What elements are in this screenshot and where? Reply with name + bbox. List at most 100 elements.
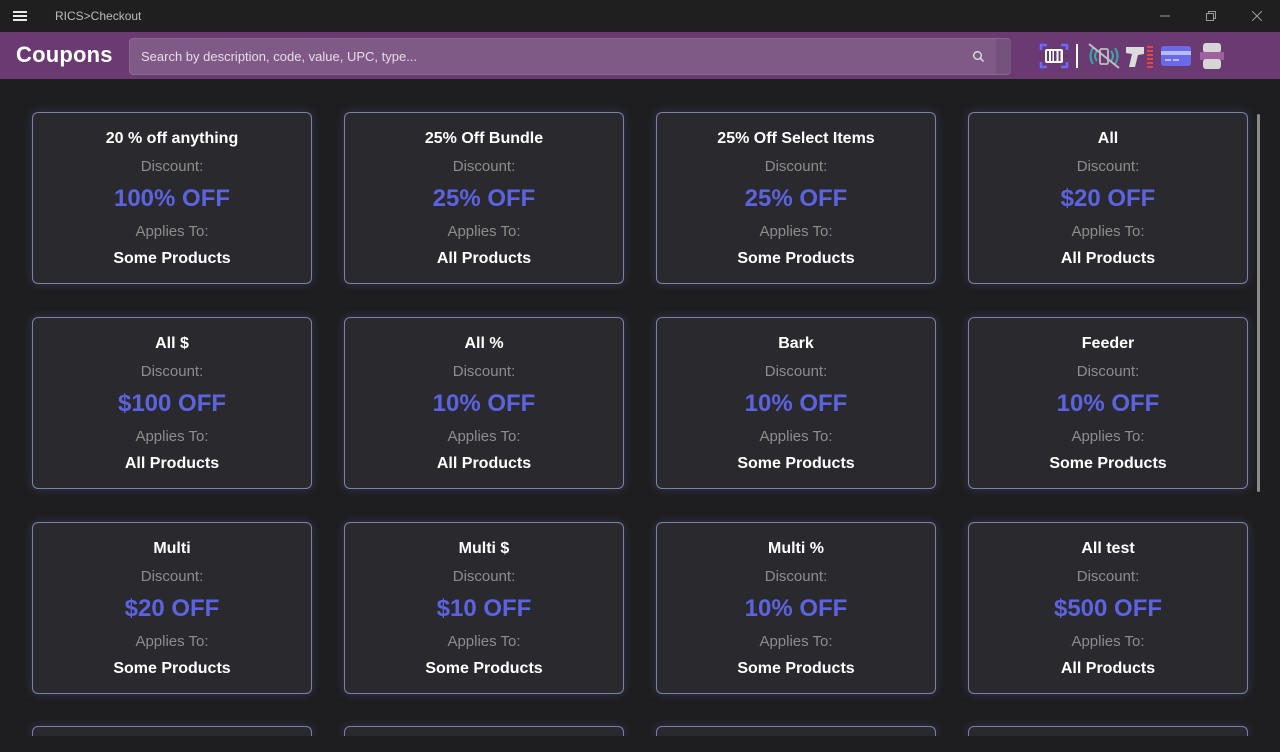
restore-button[interactable] [1188, 0, 1234, 32]
discount-label: Discount: [1076, 568, 1140, 585]
coupon-name: Feeder [1081, 335, 1135, 352]
applies-to-value: All Products [1060, 250, 1156, 267]
coupon-card[interactable]: 25% Off Select Items Discount: 25% OFF A… [656, 112, 936, 284]
applies-to-value: All Products [124, 455, 220, 472]
discount-value: $500 OFF [1053, 595, 1163, 622]
coupon-name: Multi $ [458, 540, 510, 557]
discount-label: Discount: [764, 158, 828, 175]
discount-value: 25% OFF [744, 185, 848, 212]
bottom-edge [0, 736, 1280, 752]
coupon-name: All test [1081, 540, 1135, 557]
barcode-scan-button[interactable] [1036, 40, 1072, 72]
coupons-header: Coupons [0, 32, 1280, 79]
coupon-card[interactable]: Feeder Discount: 10% OFF Applies To: Som… [968, 317, 1248, 489]
credit-card-icon [1161, 46, 1191, 66]
applies-to-value: All Products [436, 455, 532, 472]
discount-label: Discount: [452, 363, 516, 380]
coupon-name: 25% Off Select Items [717, 130, 875, 147]
coupon-card[interactable]: Multi % Discount: 10% OFF Applies To: So… [656, 522, 936, 694]
applies-to-label: Applies To: [447, 633, 521, 650]
coupon-name: Bark [778, 335, 814, 352]
device-toolbar [1036, 40, 1230, 72]
vertical-scrollbar[interactable] [1257, 114, 1260, 492]
applies-to-label: Applies To: [135, 428, 209, 445]
applies-to-value: Some Products [737, 660, 855, 677]
applies-to-label: Applies To: [759, 223, 833, 240]
applies-to-value: Some Products [425, 660, 543, 677]
card-reader-button[interactable] [1158, 40, 1194, 72]
discount-label: Discount: [764, 363, 828, 380]
applies-to-label: Applies To: [135, 223, 209, 240]
menu-button[interactable] [0, 0, 40, 32]
applies-to-label: Applies To: [1071, 428, 1145, 445]
discount-value: $100 OFF [117, 390, 227, 417]
page-title: Coupons [16, 42, 113, 67]
close-icon [1252, 11, 1262, 21]
minimize-icon [1160, 15, 1170, 17]
applies-to-value: Some Products [737, 455, 855, 472]
coupon-name: All % [464, 335, 504, 352]
applies-to-label: Applies To: [759, 633, 833, 650]
applies-to-label: Applies To: [447, 428, 521, 445]
coupon-card[interactable]: All $ Discount: $100 OFF Applies To: All… [32, 317, 312, 489]
discount-value: 10% OFF [744, 595, 848, 622]
applies-to-value: Some Products [113, 660, 231, 677]
coupon-name: Multi % [768, 540, 824, 557]
discount-value: $20 OFF [124, 595, 220, 622]
discount-value: 10% OFF [432, 390, 536, 417]
toolbar-separator [1076, 44, 1078, 68]
applies-to-value: All Products [1060, 660, 1156, 677]
coupon-card[interactable]: All Discount: $20 OFF Applies To: All Pr… [968, 112, 1248, 284]
discount-label: Discount: [1076, 158, 1140, 175]
discount-value: $10 OFF [436, 595, 532, 622]
coupon-card[interactable]: Multi $ Discount: $10 OFF Applies To: So… [344, 522, 624, 694]
coupon-name: 20 % off anything [105, 130, 239, 147]
search-box [129, 38, 1011, 75]
coupon-name: 25% Off Bundle [424, 130, 544, 147]
restore-icon [1206, 11, 1216, 21]
discount-label: Discount: [140, 158, 204, 175]
discount-label: Discount: [1076, 363, 1140, 380]
nfc-off-icon [1088, 43, 1120, 69]
coupon-name: All $ [155, 335, 189, 352]
applies-to-value: Some Products [737, 250, 855, 267]
search-input[interactable] [130, 39, 996, 74]
discount-label: Discount: [140, 363, 204, 380]
coupon-card[interactable]: All test Discount: $500 OFF Applies To: … [968, 522, 1248, 694]
close-button[interactable] [1234, 0, 1280, 32]
search-icon[interactable] [972, 50, 986, 64]
window-controls [1142, 0, 1280, 32]
applies-to-label: Applies To: [1071, 633, 1145, 650]
coupon-card[interactable]: 20 % off anything Discount: 100% OFF App… [32, 112, 312, 284]
coupon-card[interactable]: Multi Discount: $20 OFF Applies To: Some… [32, 522, 312, 694]
search-box-edge [996, 39, 1011, 74]
discount-value: 10% OFF [1056, 390, 1160, 417]
coupon-card[interactable]: 25% Off Bundle Discount: 25% OFF Applies… [344, 112, 624, 284]
minimize-button[interactable] [1142, 0, 1188, 32]
applies-to-label: Applies To: [759, 428, 833, 445]
applies-to-label: Applies To: [1071, 223, 1145, 240]
printer-icon [1200, 43, 1224, 69]
applies-to-value: Some Products [113, 250, 231, 267]
applies-to-label: Applies To: [135, 633, 209, 650]
applies-to-value: All Products [436, 250, 532, 267]
discount-value: $20 OFF [1060, 185, 1156, 212]
discount-value: 10% OFF [744, 390, 848, 417]
applies-to-value: Some Products [1049, 455, 1167, 472]
nfc-button[interactable] [1086, 40, 1122, 72]
hamburger-icon [13, 11, 27, 21]
printer-button[interactable] [1194, 40, 1230, 72]
discount-label: Discount: [140, 568, 204, 585]
applies-to-label: Applies To: [447, 223, 521, 240]
coupon-card[interactable]: All % Discount: 10% OFF Applies To: All … [344, 317, 624, 489]
coupon-name: All [1097, 130, 1119, 147]
coupon-name: Multi [153, 540, 191, 557]
discount-label: Discount: [452, 568, 516, 585]
window-title: RICS>Checkout [55, 9, 142, 23]
discount-label: Discount: [764, 568, 828, 585]
scanner-button[interactable] [1122, 40, 1158, 72]
coupon-card[interactable]: Bark Discount: 10% OFF Applies To: Some … [656, 317, 936, 489]
discount-value: 25% OFF [432, 185, 536, 212]
barcode-scan-icon [1039, 43, 1069, 69]
title-bar: RICS>Checkout [0, 0, 1280, 32]
